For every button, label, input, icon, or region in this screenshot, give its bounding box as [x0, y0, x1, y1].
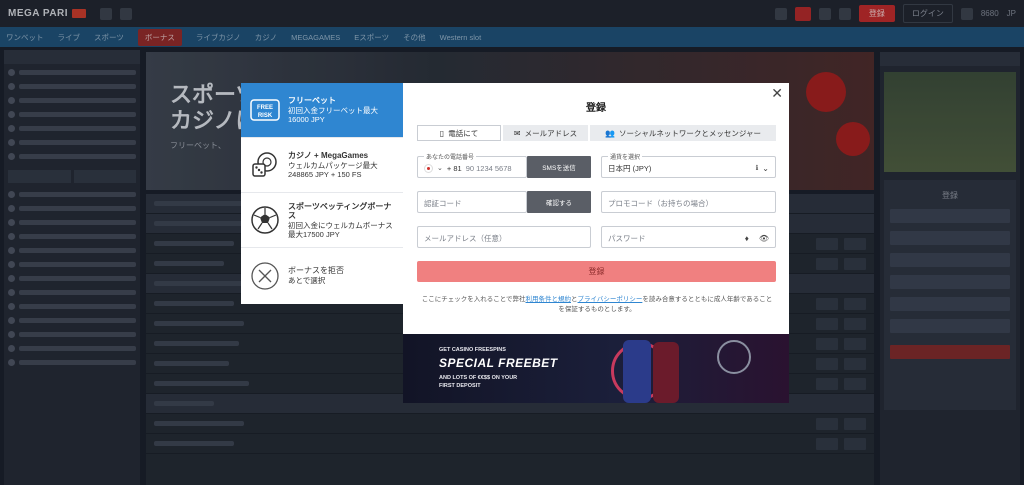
- bonus-option-freebet[interactable]: FREE RISK フリーベット 初回入金フリーベット最大 16000 JPY: [241, 83, 403, 138]
- confirm-code-placeholder: 認証コード: [424, 198, 462, 208]
- eye-icon[interactable]: 👁: [759, 234, 769, 243]
- promo-code-input[interactable]: プロモコード（お持ちの場合）: [601, 191, 776, 213]
- promo-headline: SPECIAL FREEBET: [439, 356, 558, 370]
- bonus-text: フリーベット 初回入金フリーベット最大 16000 JPY: [288, 96, 395, 124]
- confirm-code-button[interactable]: 確認する: [527, 191, 591, 213]
- bonus-title: カジノ + MegaGames: [288, 151, 369, 160]
- free-risk-icon: FREE RISK: [249, 94, 281, 126]
- roulette-graphic: [717, 340, 751, 374]
- tab-email-label: メールアドレス: [524, 128, 578, 138]
- password-inner: パスワード ♦ 👁: [608, 232, 769, 244]
- terms-pre: ここにチェックを入れることで弊社: [421, 296, 526, 303]
- info-icon[interactable]: ℹ: [756, 164, 759, 172]
- promo-code-inner: プロモコード（お持ちの場合）: [608, 197, 769, 209]
- phone-icon: ▯: [439, 128, 445, 138]
- terms-link[interactable]: 利用条件と規約: [526, 296, 572, 303]
- soccer-ball-icon: [249, 204, 281, 236]
- decline-x-icon: [249, 260, 281, 292]
- currency-inner: 日本円 (JPY) ℹ ⌄: [608, 162, 769, 174]
- key-icon[interactable]: ♦: [745, 234, 749, 243]
- bonus-option-decline[interactable]: ボーナスを拒否 あとで選択: [241, 248, 403, 303]
- promo-code-placeholder: プロモコード（お持ちの場合）: [608, 198, 713, 208]
- email-inner: メールアドレス（任意）: [424, 232, 584, 244]
- phone-field[interactable]: あなたの電話番号 ⌄ + 81 90 1234 5678: [417, 152, 527, 178]
- envelope-icon: ✉: [513, 128, 521, 138]
- chevron-down-icon[interactable]: ⌄: [437, 164, 443, 172]
- confirm-code-inner: 認証コード: [424, 197, 520, 209]
- bonus-option-sports[interactable]: スポーツベッティングボーナス 初回入金にウェルカムボーナス最大17500 JPY: [241, 193, 403, 248]
- currency-value: 日本円 (JPY): [608, 163, 652, 173]
- registration-tabs: ▯ 電話にて ✉ メールアドレス 👥 ソーシャルネットワークとメッセンジャー: [417, 125, 776, 141]
- promo-line2: FIRST DEPOSIT: [439, 383, 481, 389]
- tab-phone-label: 電話にて: [448, 128, 479, 138]
- modal-title: 登録: [586, 103, 606, 114]
- registration-modal: ✕ 登録 ▯ 電話にて ✉ メールアドレス 👥 ソーシャルネットワークとメッセン…: [403, 83, 789, 334]
- phone-label: あなたの電話番号: [424, 152, 477, 161]
- email-input[interactable]: メールアドレス（任意）: [417, 226, 591, 248]
- chevron-down-icon[interactable]: ⌄: [762, 164, 769, 173]
- register-submit-button[interactable]: 登録: [417, 261, 776, 282]
- privacy-link[interactable]: プライバシーポリシー: [578, 296, 643, 303]
- bonus-selector: FREE RISK フリーベット 初回入金フリーベット最大 16000 JPY カ…: [241, 83, 403, 304]
- bonus-desc: ウェルカムパッケージ最大 248865 JPY + 150 FS: [288, 161, 378, 179]
- bonus-title: ボーナスを拒否: [288, 266, 344, 275]
- promo-banner[interactable]: GET CASINO FREESPINS SPECIAL FREEBET AND…: [403, 334, 789, 403]
- bonus-desc: あとで選択: [288, 276, 326, 285]
- send-sms-button[interactable]: SMSを送信: [527, 156, 591, 178]
- bonus-title: フリーベット: [288, 96, 336, 105]
- currency-select[interactable]: 通貨を選択 日本円 (JPY) ℹ ⌄: [601, 152, 776, 178]
- bonus-text: スポーツベッティングボーナス 初回入金にウェルカムボーナス最大17500 JPY: [288, 202, 395, 239]
- tab-phone[interactable]: ▯ 電話にて: [417, 125, 501, 141]
- woman-figure: [653, 342, 679, 403]
- confirm-code-input[interactable]: 認証コード: [417, 191, 527, 213]
- bonus-title: スポーツベッティングボーナス: [288, 201, 392, 220]
- tab-email[interactable]: ✉ メールアドレス: [503, 125, 588, 141]
- email-placeholder: メールアドレス（任意）: [424, 233, 507, 243]
- password-placeholder: パスワード: [608, 233, 646, 243]
- svg-text:FREE: FREE: [257, 105, 273, 111]
- dice-chip-icon: [249, 149, 281, 181]
- phone-input[interactable]: 90 1234 5678: [466, 164, 512, 173]
- users-icon: 👥: [605, 128, 615, 138]
- bonus-desc: 初回入金フリーベット最大 16000 JPY: [288, 106, 378, 124]
- player-figure: [623, 340, 651, 403]
- phone-code: + 81: [446, 163, 462, 173]
- bonus-text: ボーナスを拒否 あとで選択: [288, 266, 344, 285]
- bonus-text: カジノ + MegaGames ウェルカムパッケージ最大 248865 JPY …: [288, 151, 395, 179]
- svg-text:RISK: RISK: [258, 113, 273, 119]
- promo-line1: AND LOTS OF €€$$ ON YOUR: [439, 375, 518, 381]
- tab-social-label: ソーシャルネットワークとメッセンジャー: [618, 128, 761, 138]
- phone-inner: ⌄ + 81 90 1234 5678: [424, 162, 520, 174]
- terms-text: ここにチェックを入れることで弊社利用条件と規約とプライバシーポリシーを読み合意す…: [421, 295, 773, 315]
- currency-label: 通貨を選択: [608, 152, 643, 161]
- promo-kicker: GET CASINO FREESPINS: [439, 347, 506, 353]
- password-input[interactable]: パスワード ♦ 👁: [601, 226, 776, 248]
- japan-flag-icon: [424, 163, 433, 173]
- bonus-desc: 初回入金にウェルカムボーナス最大17500 JPY: [288, 220, 393, 239]
- bonus-option-casino[interactable]: カジノ + MegaGames ウェルカムパッケージ最大 248865 JPY …: [241, 138, 403, 193]
- tab-social[interactable]: 👥 ソーシャルネットワークとメッセンジャー: [590, 125, 776, 141]
